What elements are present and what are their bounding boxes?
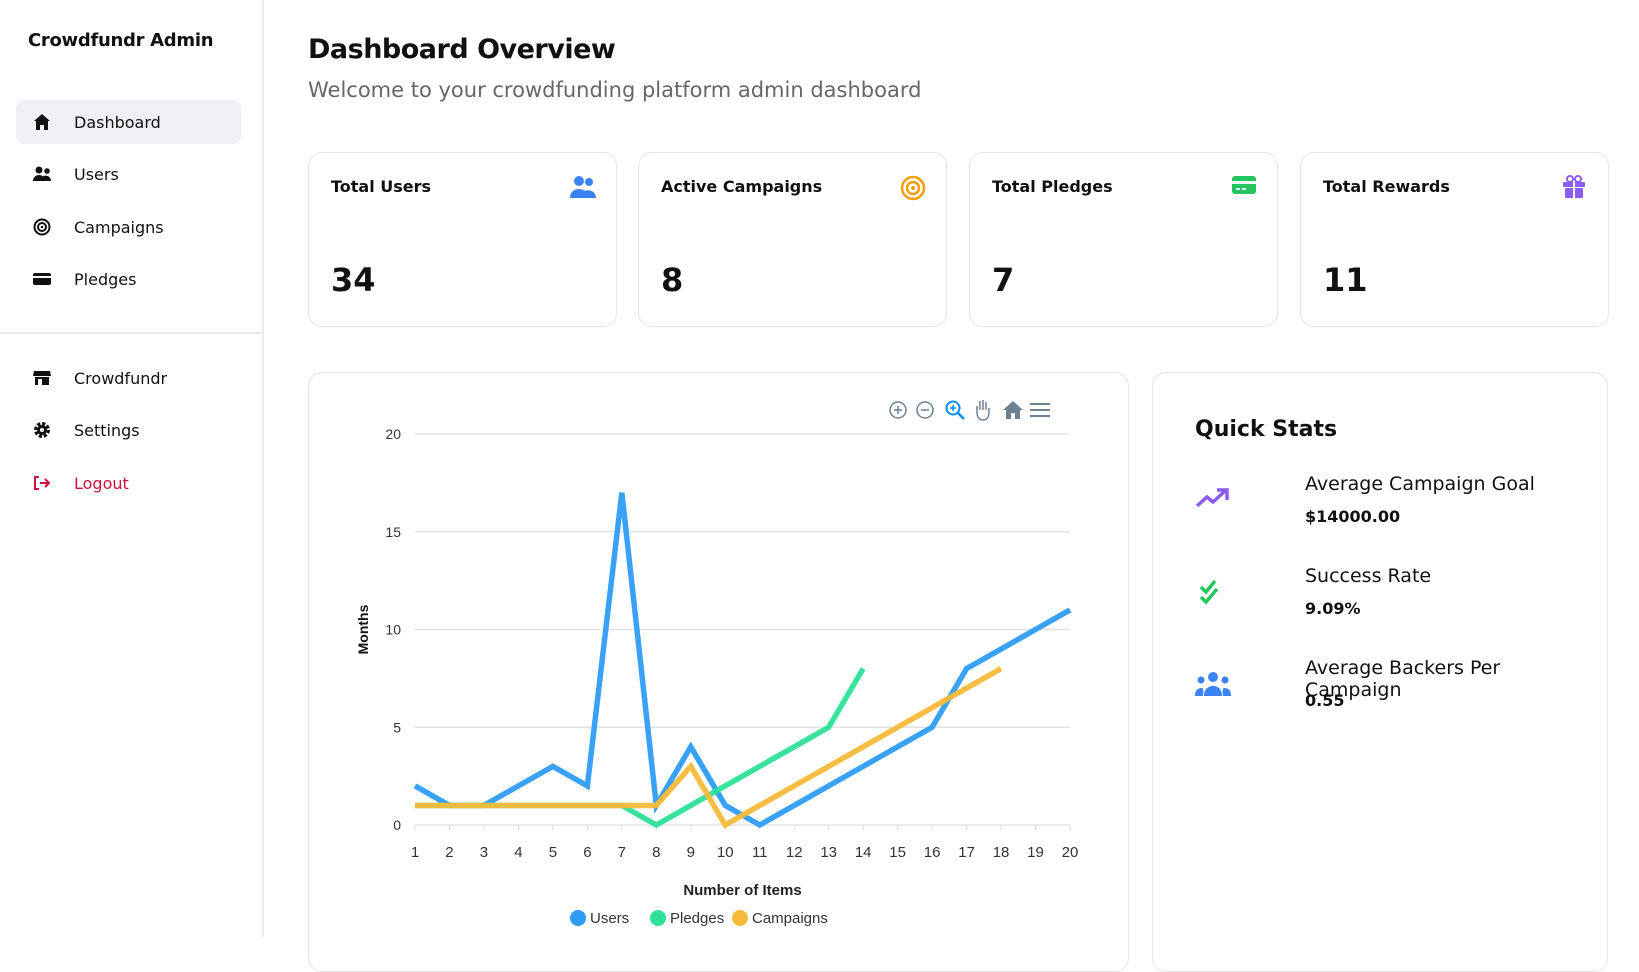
x-tick-label: 1 [411,844,419,861]
line-chart: 051015201 2 3 4 5 6 7 8 9 10 11 12 13 14 15 16 17 18 19 20M… [355,400,1079,927]
quick-stats-panel: Quick Stats Average Campaign Goal $14000… [1152,372,1608,972]
x-tick-label: 5 [549,844,557,861]
sidebar-item-label: Users [74,164,119,184]
chart-panel: 0 5 10 15 20 1 2 3 4 5 6 7 8 9 10 11 12 13 14 15 16 17 18 19 20 M… [308,372,1129,972]
sidebar-item-label: Campaigns [74,217,164,237]
logout-icon [32,473,52,493]
legend-marker [570,910,586,926]
legend-label-campaigns: Campaigns [752,910,828,927]
sidebar-item-pledges[interactable]: Pledges [16,257,241,301]
y-tick-label: 5 [393,719,401,735]
x-tick-label: 11 [752,844,768,861]
credit-card-icon [1231,175,1257,201]
x-tick-label: 3 [480,844,488,861]
card-value: 11 [1323,261,1368,299]
card-label: Total Rewards [1323,177,1450,196]
sidebar-item-logout[interactable]: Logout [16,461,241,505]
y-tick-label: 15 [385,524,401,540]
sidebar-item-label: Logout [74,473,129,493]
x-tick-label: 12 [786,844,803,861]
legend-marker [650,910,666,926]
stat-value: 9.09% [1305,599,1361,618]
card-value: 8 [661,261,684,299]
quick-stats-title: Quick Stats [1195,417,1338,442]
zoom-in-icon[interactable] [889,401,907,419]
sidebar-item-settings[interactable]: Settings [16,408,241,452]
legend-label-pledges: Pledges [670,910,724,927]
credit-card-icon [32,269,52,289]
zoom-selection-icon[interactable] [945,400,965,420]
sidebar-item-crowdfundr[interactable]: Crowdfundr [16,356,241,400]
sidebar-item-users[interactable]: Users [16,152,241,196]
x-tick-label: 4 [514,844,522,861]
quick-stat-avg-backers: Average Backers Per Campaign 0.55 [1195,657,1595,727]
users-icon [570,175,596,201]
double-check-icon [1195,579,1231,609]
stat-value: $14000.00 [1305,507,1401,526]
x-tick-label: 7 [618,844,626,861]
sidebar-item-label: Crowdfundr [74,368,168,388]
sidebar-item-dashboard[interactable]: Dashboard [16,100,241,144]
stat-label: Average Campaign Goal [1305,473,1535,495]
x-tick-label: 14 [855,844,872,861]
brand: Crowdfundr Admin [28,30,214,51]
stat-value: 0.55 [1305,691,1345,710]
store-icon [32,368,52,388]
card-label: Total Users [331,177,432,196]
series-line-campaigns [415,666,1003,829]
zoom-out-icon[interactable] [916,401,934,419]
x-tick-label: 16 [924,844,941,861]
pan-icon[interactable] [976,400,990,421]
y-axis-title: Months [355,604,371,654]
x-tick-label: 10 [717,844,734,861]
gear-icon [32,420,52,440]
x-tick-label: 6 [583,844,591,861]
users-icon [32,164,52,184]
reset-home-icon[interactable] [1003,401,1023,419]
stat-card-active-campaigns: Active Campaigns 8 [638,152,947,327]
stat-label: Success Rate [1305,565,1432,587]
target-icon [32,217,52,237]
legend-label-users: Users [590,910,629,927]
y-tick-label: 10 [385,622,401,638]
gift-icon [1562,175,1588,201]
card-label: Total Pledges [992,177,1113,196]
x-tick-label: 8 [652,844,660,861]
sidebar-item-campaigns[interactable]: Campaigns [16,205,241,249]
card-value: 7 [992,261,1015,299]
divider [0,332,264,334]
trend-up-icon [1195,487,1231,517]
stat-card-total-rewards: Total Rewards 11 [1300,152,1609,327]
stat-card-total-pledges: Total Pledges 7 [969,152,1278,327]
sidebar-item-label: Pledges [74,269,137,289]
sidebar-item-label: Dashboard [74,112,161,132]
stat-label: Average Backers Per Campaign [1305,657,1501,701]
bullseye-icon [900,175,926,201]
card-value: 34 [331,261,376,299]
x-tick-label: 9 [687,844,695,861]
menu-icon[interactable] [1030,403,1050,417]
x-tick-label: 18 [993,844,1010,861]
quick-stat-avg-goal: Average Campaign Goal $14000.00 [1195,473,1595,543]
users-group-icon [1195,671,1231,701]
page-title: Dashboard Overview [308,34,616,65]
x-tick-label: 13 [820,844,837,861]
sidebar-item-label: Settings [74,420,140,440]
page-subtitle: Welcome to your crowdfunding platform ad… [308,78,922,102]
card-label: Active Campaigns [661,177,823,196]
sidebar: Crowdfundr Admin Dashboard Users Campaig… [0,0,264,937]
x-axis-title: Number of Items [683,882,801,899]
y-tick-label: 0 [393,817,401,833]
stat-card-total-users: Total Users 34 [308,152,617,327]
quick-stat-success-rate: Success Rate 9.09% [1195,565,1595,635]
y-tick-label: 20 [385,426,401,442]
x-tick-label: 19 [1027,844,1044,861]
x-tick-label: 20 [1062,844,1079,861]
x-tick-label: 17 [958,844,975,861]
legend-marker [732,910,748,926]
x-tick-label: 15 [889,844,906,861]
x-tick-label: 2 [445,844,453,861]
home-icon [32,112,52,132]
